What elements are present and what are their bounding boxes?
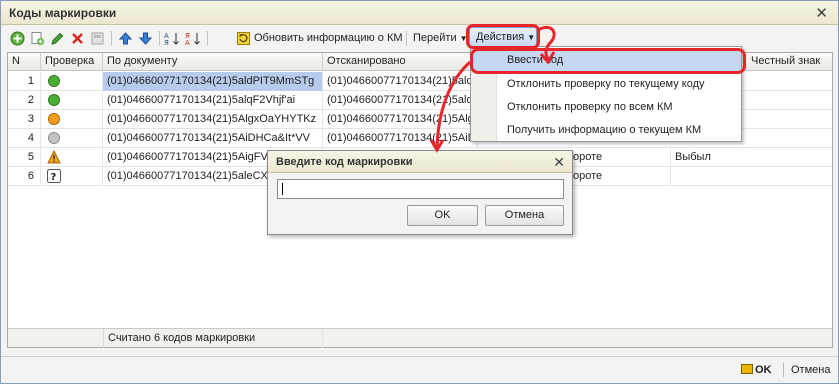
chevron-down-icon: ▼ xyxy=(527,33,536,42)
ok-button[interactable]: OK xyxy=(741,364,772,376)
row-number: 4 xyxy=(8,129,41,148)
go-menu-button[interactable]: Перейти ▼ xyxy=(413,32,468,44)
cancel-button[interactable]: Отмена xyxy=(791,364,830,376)
status-pending-icon xyxy=(48,113,60,125)
row-number: 2 xyxy=(8,91,41,110)
move-down-icon[interactable] xyxy=(137,30,154,47)
toolbar-divider xyxy=(159,31,160,46)
copy-icon[interactable] xyxy=(29,30,46,47)
menu-item-enter-code[interactable]: Ввести код xyxy=(471,49,741,71)
dialog-title: Введите код маркировки xyxy=(276,156,413,168)
menu-item-reject-current[interactable]: Отклонить проверку по текущему коду xyxy=(471,73,741,95)
table-footer: Считано 6 кодов маркировки xyxy=(8,328,832,348)
add-icon[interactable] xyxy=(9,30,26,47)
document-code-cell[interactable]: (01)04660077170134(21)5AlgxOaYHYTKz xyxy=(103,110,323,129)
status-cell xyxy=(41,91,103,110)
chestny-znak-cell xyxy=(671,167,832,186)
status-cell xyxy=(41,72,103,91)
svg-text:A: A xyxy=(185,39,190,46)
document-code-cell[interactable]: (01)04660077170134(21)5alqF2Vhjf'ai xyxy=(103,91,323,110)
svg-text:?: ? xyxy=(51,172,57,183)
scanned-code-cell[interactable]: (01)04660077170134(21)5alqF xyxy=(323,91,478,110)
menu-item-reject-all[interactable]: Отклонить проверку по всем КМ xyxy=(471,96,741,118)
command-divider xyxy=(783,363,784,377)
scanned-code-cell[interactable]: (01)04660077170134(21)5AiDh xyxy=(323,129,478,148)
row-number: 1 xyxy=(8,72,41,91)
save-icon xyxy=(741,364,753,374)
toolbar-divider xyxy=(207,31,208,46)
window-title: Коды маркировки xyxy=(9,6,117,20)
status-cell xyxy=(41,110,103,129)
close-icon[interactable]: ✕ xyxy=(815,4,828,22)
refresh-icon[interactable] xyxy=(235,30,252,47)
toolbar-divider xyxy=(406,31,407,46)
move-up-icon[interactable] xyxy=(117,30,134,47)
form-command-bar: OK Отмена xyxy=(1,356,838,383)
chestny-znak-cell: Выбыл xyxy=(675,151,711,163)
window-titlebar: Коды маркировки ✕ xyxy=(1,1,838,25)
enter-code-dialog: Введите код маркировки ✕ OK Отмена xyxy=(267,150,573,235)
sort-ascending-icon[interactable]: AЯ xyxy=(164,30,181,47)
column-header-n[interactable]: N xyxy=(8,53,41,71)
chevron-down-icon: ▼ xyxy=(459,34,468,43)
column-header-by-document[interactable]: По документу xyxy=(103,53,323,71)
status-ok-icon xyxy=(48,75,60,87)
sort-descending-icon[interactable]: ЯA xyxy=(185,30,202,47)
row-number: 5 xyxy=(8,148,41,167)
status-cell: ? xyxy=(41,167,103,186)
document-code-cell[interactable]: (01)04660077170134(21)5aldPIT9MmSTg xyxy=(103,72,323,91)
status-ok-icon xyxy=(48,94,60,106)
row-number: 3 xyxy=(8,110,41,129)
toolbar-divider xyxy=(111,31,112,46)
question-icon: ? xyxy=(47,169,61,183)
post-document-icon[interactable] xyxy=(89,30,106,47)
column-header-check[interactable]: Проверка xyxy=(41,53,103,71)
dialog-cancel-button[interactable]: Отмена xyxy=(485,205,564,226)
refresh-km-info-button[interactable]: Обновить информацию о КМ xyxy=(254,32,403,44)
dialog-ok-button[interactable]: OK xyxy=(407,205,478,226)
close-icon[interactable]: ✕ xyxy=(553,154,565,171)
svg-text:Я: Я xyxy=(164,39,169,46)
actions-label: Действия xyxy=(476,31,525,43)
warning-icon xyxy=(47,150,61,164)
go-menu-label: Перейти xyxy=(413,32,457,44)
actions-dropdown-menu: Ввести код Отклонить проверку по текущем… xyxy=(470,46,742,142)
marking-code-input[interactable] xyxy=(277,179,564,199)
document-code-cell[interactable]: (01)04660077170134(21)5AiDHCa&It*VV xyxy=(103,129,323,148)
status-unknown-icon xyxy=(48,132,60,144)
row-number: 6 xyxy=(8,167,41,186)
edit-pencil-icon[interactable] xyxy=(49,30,66,47)
dialog-titlebar: Введите код маркировки ✕ xyxy=(268,151,572,173)
scanned-code-cell[interactable]: (01)04660077170134(21)5Algx xyxy=(323,110,478,129)
actions-menu-button[interactable]: Действия ▼ xyxy=(469,27,537,47)
status-cell xyxy=(41,148,103,167)
delete-icon[interactable] xyxy=(69,30,86,47)
scanned-code-cell[interactable]: (01)04660077170134(21)5aldP xyxy=(323,72,478,91)
text-caret xyxy=(282,183,283,195)
status-cell xyxy=(41,129,103,148)
ok-label: OK xyxy=(755,364,772,376)
footer-count-text: Считано 6 кодов маркировки xyxy=(103,329,323,348)
menu-item-get-info[interactable]: Получить информацию о текущем КМ xyxy=(471,119,741,141)
